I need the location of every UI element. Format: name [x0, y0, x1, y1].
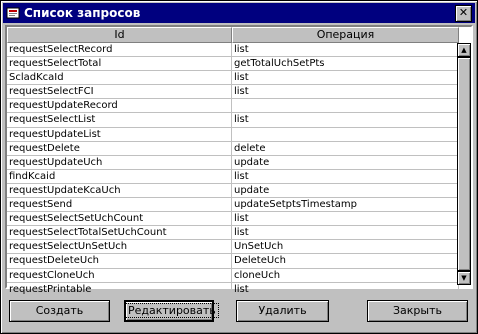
edit-button[interactable]: Редактировать	[124, 300, 219, 322]
table-row[interactable]: requestSelectUnSetUch UnSetUch	[7, 240, 459, 255]
cell-operation[interactable]: list	[232, 212, 459, 227]
app-icon	[6, 7, 20, 19]
delete-button[interactable]: Удалить	[236, 300, 329, 322]
cell-operation[interactable]	[232, 127, 459, 142]
cell-id[interactable]: requestSend	[7, 198, 232, 213]
close-button[interactable]: Закрыть	[367, 300, 468, 322]
cell-id[interactable]: requestSelectFCI	[7, 85, 232, 100]
table-row[interactable]: requestUpdateKcaUch update	[7, 183, 459, 199]
table-row[interactable]: requestSelectFCI list	[7, 85, 459, 100]
cell-id[interactable]: requestUpdateKcaUch	[7, 183, 232, 199]
cell-id[interactable]: requestUpdateUch	[7, 155, 232, 170]
table-row[interactable]: requestUpdateList	[7, 127, 459, 142]
table-row[interactable]: requestCloneUch cloneUch	[7, 268, 459, 283]
table-row[interactable]: ScladKcaId list	[7, 71, 459, 86]
close-window-button[interactable]: ✕	[455, 5, 472, 22]
cell-operation[interactable]: getTotalUchSetPts	[232, 57, 459, 72]
table-row[interactable]: requestPrintable list	[7, 282, 459, 297]
table-row[interactable]: requestSelectList list	[7, 113, 459, 128]
cell-id[interactable]: requestSelectSetUchCount	[7, 212, 232, 227]
table-row[interactable]: requestSelectTotal getTotalUchSetPts	[7, 57, 459, 72]
requests-window: Список запросов ✕ Id Операция requestSel…	[0, 0, 478, 334]
cell-operation[interactable]: list	[232, 282, 459, 297]
column-header-operation[interactable]: Операция	[232, 27, 459, 43]
cell-operation[interactable]: updateSetptsTimestamp	[232, 198, 459, 213]
requests-table[interactable]: Id Операция requestSelectRecord list reque…	[5, 25, 473, 297]
table-row[interactable]: requestUpdateUch update	[7, 155, 459, 170]
arrow-down-icon: ▼	[461, 274, 467, 282]
column-header-id[interactable]: Id	[7, 27, 232, 43]
cell-operation[interactable]: delete	[232, 141, 459, 156]
vertical-scrollbar[interactable]: ▲ ▼	[457, 43, 471, 285]
cell-id[interactable]: requestSelectRecord	[7, 43, 232, 58]
cell-id[interactable]: requestCloneUch	[7, 268, 232, 283]
edit-button-label: Редактировать	[125, 303, 219, 318]
close-icon: ✕	[458, 6, 469, 19]
cell-id[interactable]: requestSelectTotalSetUchCount	[7, 226, 232, 241]
window-title: Список запросов	[24, 6, 141, 20]
scroll-thumb[interactable]	[457, 57, 471, 271]
cell-id[interactable]: requestDeleteUch	[7, 254, 232, 269]
table-row[interactable]: requestDeleteUch DeleteUch	[7, 254, 459, 269]
table-row[interactable]: requestSend updateSetptsTimestamp	[7, 198, 459, 213]
cell-operation[interactable]: list	[232, 226, 459, 241]
cell-id[interactable]: requestUpdateList	[7, 127, 232, 142]
cell-operation[interactable]	[232, 99, 459, 114]
table-header: Id Операция	[7, 27, 459, 43]
table-row[interactable]: requestSelectTotalSetUchCount list	[7, 226, 459, 241]
cell-operation[interactable]: list	[232, 85, 459, 100]
table-row[interactable]: requestSelectRecord list	[7, 43, 459, 58]
cell-id[interactable]: requestPrintable	[7, 282, 232, 297]
arrow-up-icon: ▲	[461, 46, 467, 54]
table-body: requestSelectRecord list requestSelectTota…	[7, 43, 459, 297]
table-row[interactable]: findKcaid list	[7, 169, 459, 184]
cell-operation[interactable]: update	[232, 155, 459, 170]
scroll-up-button[interactable]: ▲	[457, 43, 471, 57]
cell-operation[interactable]: cloneUch	[232, 268, 459, 283]
create-button[interactable]: Создать	[9, 300, 110, 322]
cell-operation[interactable]: update	[232, 183, 459, 199]
cell-id[interactable]: requestSelectTotal	[7, 57, 232, 72]
table-row[interactable]: requestDelete delete	[7, 141, 459, 156]
cell-id[interactable]: ScladKcaId	[7, 71, 232, 86]
cell-id[interactable]: findKcaid	[7, 169, 232, 184]
cell-operation[interactable]: UnSetUch	[232, 240, 459, 255]
cell-operation[interactable]: list	[232, 71, 459, 86]
cell-operation[interactable]: list	[232, 43, 459, 58]
cell-operation[interactable]: list	[232, 113, 459, 128]
cell-operation[interactable]: list	[232, 169, 459, 184]
title-bar: Список запросов ✕	[3, 3, 475, 23]
scroll-down-button[interactable]: ▼	[457, 271, 471, 285]
cell-id[interactable]: requestSelectList	[7, 113, 232, 128]
close-button-label: Закрыть	[393, 304, 442, 317]
cell-id[interactable]: requestUpdateRecord	[7, 99, 232, 114]
cell-id[interactable]: requestSelectUnSetUch	[7, 240, 232, 255]
cell-id[interactable]: requestDelete	[7, 141, 232, 156]
table-row[interactable]: requestUpdateRecord	[7, 99, 459, 114]
table-row[interactable]: requestSelectSetUchCount list	[7, 212, 459, 227]
cell-operation[interactable]: DeleteUch	[232, 254, 459, 269]
delete-button-label: Удалить	[258, 304, 307, 317]
create-button-label: Создать	[35, 304, 84, 317]
